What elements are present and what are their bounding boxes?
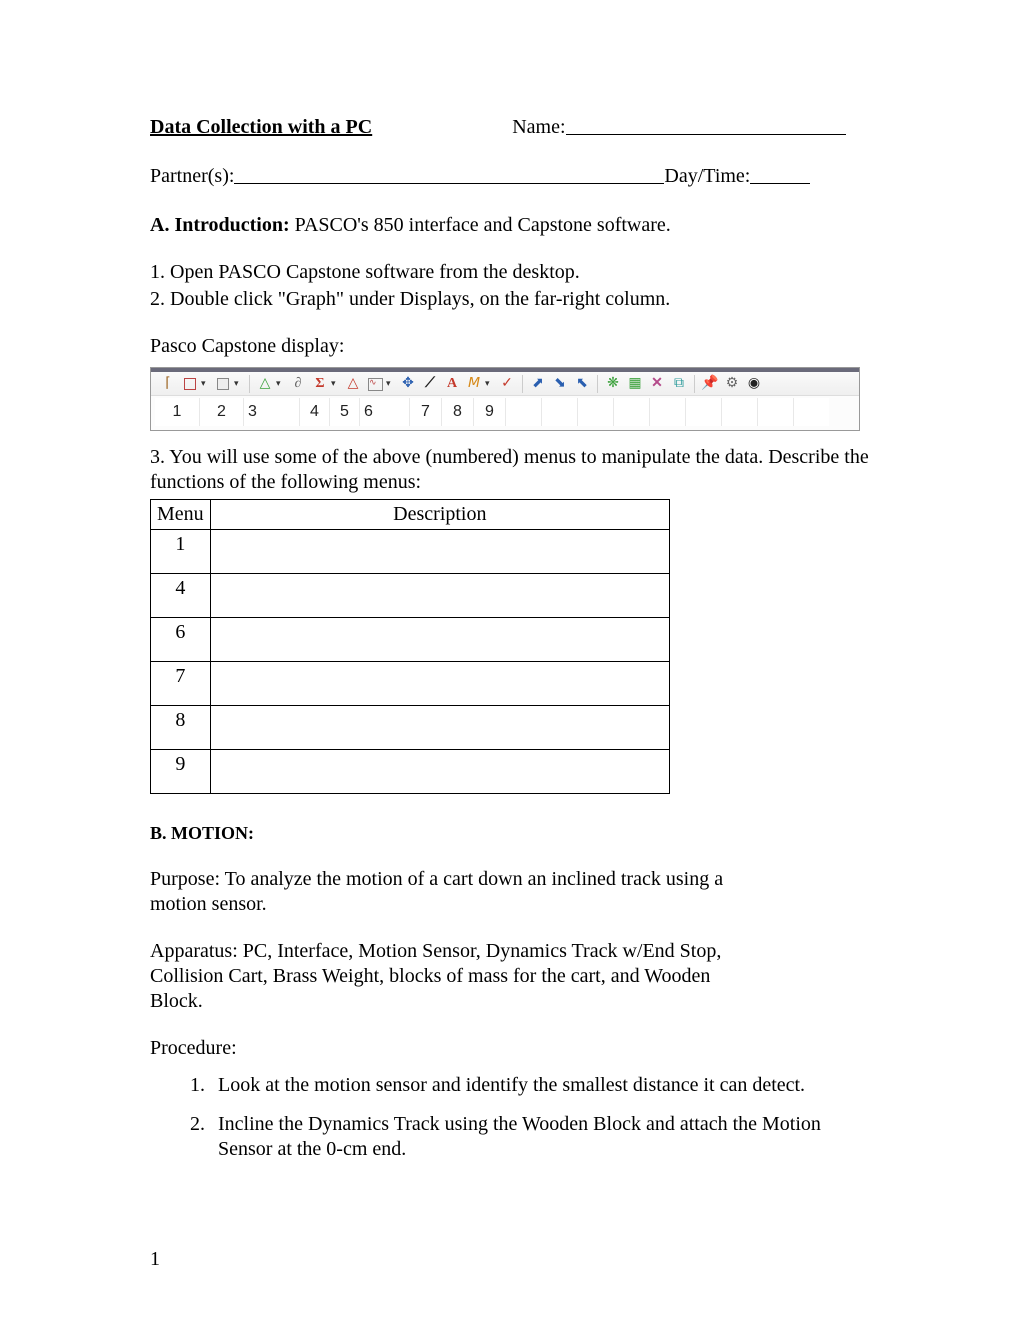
zoom-icon[interactable]: ▦ [626,375,644,393]
add-axis-icon[interactable]: ⬉ [573,375,591,393]
table-row-desc[interactable] [210,618,669,662]
intro-label: A. Introduction: [150,214,290,236]
toolbar-cell-empty [613,398,649,426]
table-row-desc[interactable] [210,530,669,574]
page-number: 1 [150,1247,160,1272]
delta-icon[interactable]: △ [344,375,362,393]
table-header-menu: Menu [151,500,211,530]
table-row-menu: 9 [151,750,211,794]
dropdown-icon[interactable]: ▾ [234,378,242,389]
toolbar-number-row: 1 2 3 4 5 6 7 8 9 [151,396,859,430]
dropdown-icon[interactable]: ▾ [485,378,493,389]
intro-text: PASCO's 850 interface and Capstone softw… [290,214,671,236]
toolbar-cell-empty [577,398,613,426]
toolbar-cell-empty [541,398,577,426]
daytime-blank[interactable] [750,164,810,184]
dropdown-icon[interactable]: ▾ [386,378,394,389]
multi-y-icon[interactable]: 𝘔 [465,375,483,393]
toolbar-num-4: 4 [299,398,329,426]
derivative-icon[interactable]: ∂ [289,375,307,393]
rescale-icon[interactable] [181,375,199,393]
fit-icon[interactable]: ∿ [366,375,384,393]
table-row-menu: 4 [151,574,211,618]
name-blank[interactable] [566,115,846,135]
toolbar-num-5: 5 [329,398,359,426]
sigma-icon[interactable]: Σ [311,375,329,393]
toolbar-num-7: 7 [409,398,441,426]
gear-icon[interactable]: ⚙ [723,375,741,393]
remove-plot-icon[interactable]: ⬊ [551,375,569,393]
toolbar-num-6: 6 [359,398,409,426]
step-3-text: 3. You will use some of the above (numbe… [150,445,870,495]
toolbar-num-2: 2 [199,398,243,426]
slope-tool-icon[interactable]: ⟋ [421,375,439,393]
capstone-toolbar: ⌈ ▾ ▾ △ ▾ ∂ Σ ▾ △ ∿ ▾ ✥ ⟋ A 𝘔 ▾ ✓ ⬈ ⬊ ⬉ … [150,367,860,431]
table-row-menu: 7 [151,662,211,706]
step-2: 2. Double click "Graph" under Displays, … [150,287,870,312]
daytime-label: Day/Time: [664,164,750,189]
table-row-desc[interactable] [210,662,669,706]
procedure-label: Procedure: [150,1036,870,1061]
table-row-menu: 6 [151,618,211,662]
snapshot-icon[interactable]: ❋ [604,375,622,393]
procedure-item-1: 1. Look at the motion sensor and identif… [190,1073,870,1098]
toolbar-cell-empty [505,398,541,426]
dropdown-icon[interactable]: ▾ [276,378,284,389]
partner-blank[interactable] [234,164,664,184]
annotation-a-icon[interactable]: A [443,375,461,393]
section-b-heading: B. MOTION: [150,822,870,845]
procedure-num: 2. [190,1112,218,1162]
page-title: Data Collection with a PC [150,115,372,140]
eye-icon[interactable]: ◉ [745,375,763,393]
check-icon[interactable]: ✓ [498,375,516,393]
copy-icon[interactable]: ⧉ [670,375,688,393]
dropdown-icon[interactable]: ▾ [201,378,209,389]
toolbar-icon-row: ⌈ ▾ ▾ △ ▾ ∂ Σ ▾ △ ∿ ▾ ✥ ⟋ A 𝘔 ▾ ✓ ⬈ ⬊ ⬉ … [151,372,859,396]
delete-icon[interactable]: ✕ [648,375,666,393]
table-header-description: Description [210,500,669,530]
toolbar-num-8: 8 [441,398,473,426]
procedure-text: Look at the motion sensor and identify t… [218,1073,805,1098]
name-label: Name: [512,115,565,140]
toolbar-cell-empty [649,398,685,426]
toolbar-caption: Pasco Capstone display: [150,334,870,359]
apparatus-text: Apparatus: PC, Interface, Motion Sensor,… [150,939,750,1014]
procedure-num: 1. [190,1073,218,1098]
curve-icon[interactable]: ⌈ [159,375,177,393]
triangle-icon[interactable]: △ [256,375,274,393]
partner-label: Partner(s): [150,164,234,189]
toolbar-num-3: 3 [243,398,299,426]
table-row-desc[interactable] [210,574,669,618]
table-row-desc[interactable] [210,750,669,794]
toolbar-cell-empty [721,398,757,426]
table-row-menu: 1 [151,530,211,574]
purpose-text: Purpose: To analyze the motion of a cart… [150,867,730,917]
toolbar-num-9: 9 [473,398,505,426]
procedure-text: Incline the Dynamics Track using the Woo… [218,1112,870,1162]
toolbar-cell-empty [793,398,829,426]
step-1: 1. Open PASCO Capstone software from the… [150,260,870,285]
toolbar-cell-empty [685,398,721,426]
procedure-item-2: 2. Incline the Dynamics Track using the … [190,1112,870,1162]
toolbar-cell-empty [757,398,793,426]
pin-icon[interactable]: 📌 [701,375,719,393]
menu-description-table: Menu Description 1 4 6 7 8 9 [150,499,670,794]
table-row-menu: 8 [151,706,211,750]
table-row-desc[interactable] [210,706,669,750]
dropdown-icon[interactable]: ▾ [331,378,339,389]
select-region-icon[interactable] [214,375,232,393]
add-plot-icon[interactable]: ⬈ [529,375,547,393]
toolbar-num-1: 1 [155,398,199,426]
coordinates-icon[interactable]: ✥ [399,375,417,393]
